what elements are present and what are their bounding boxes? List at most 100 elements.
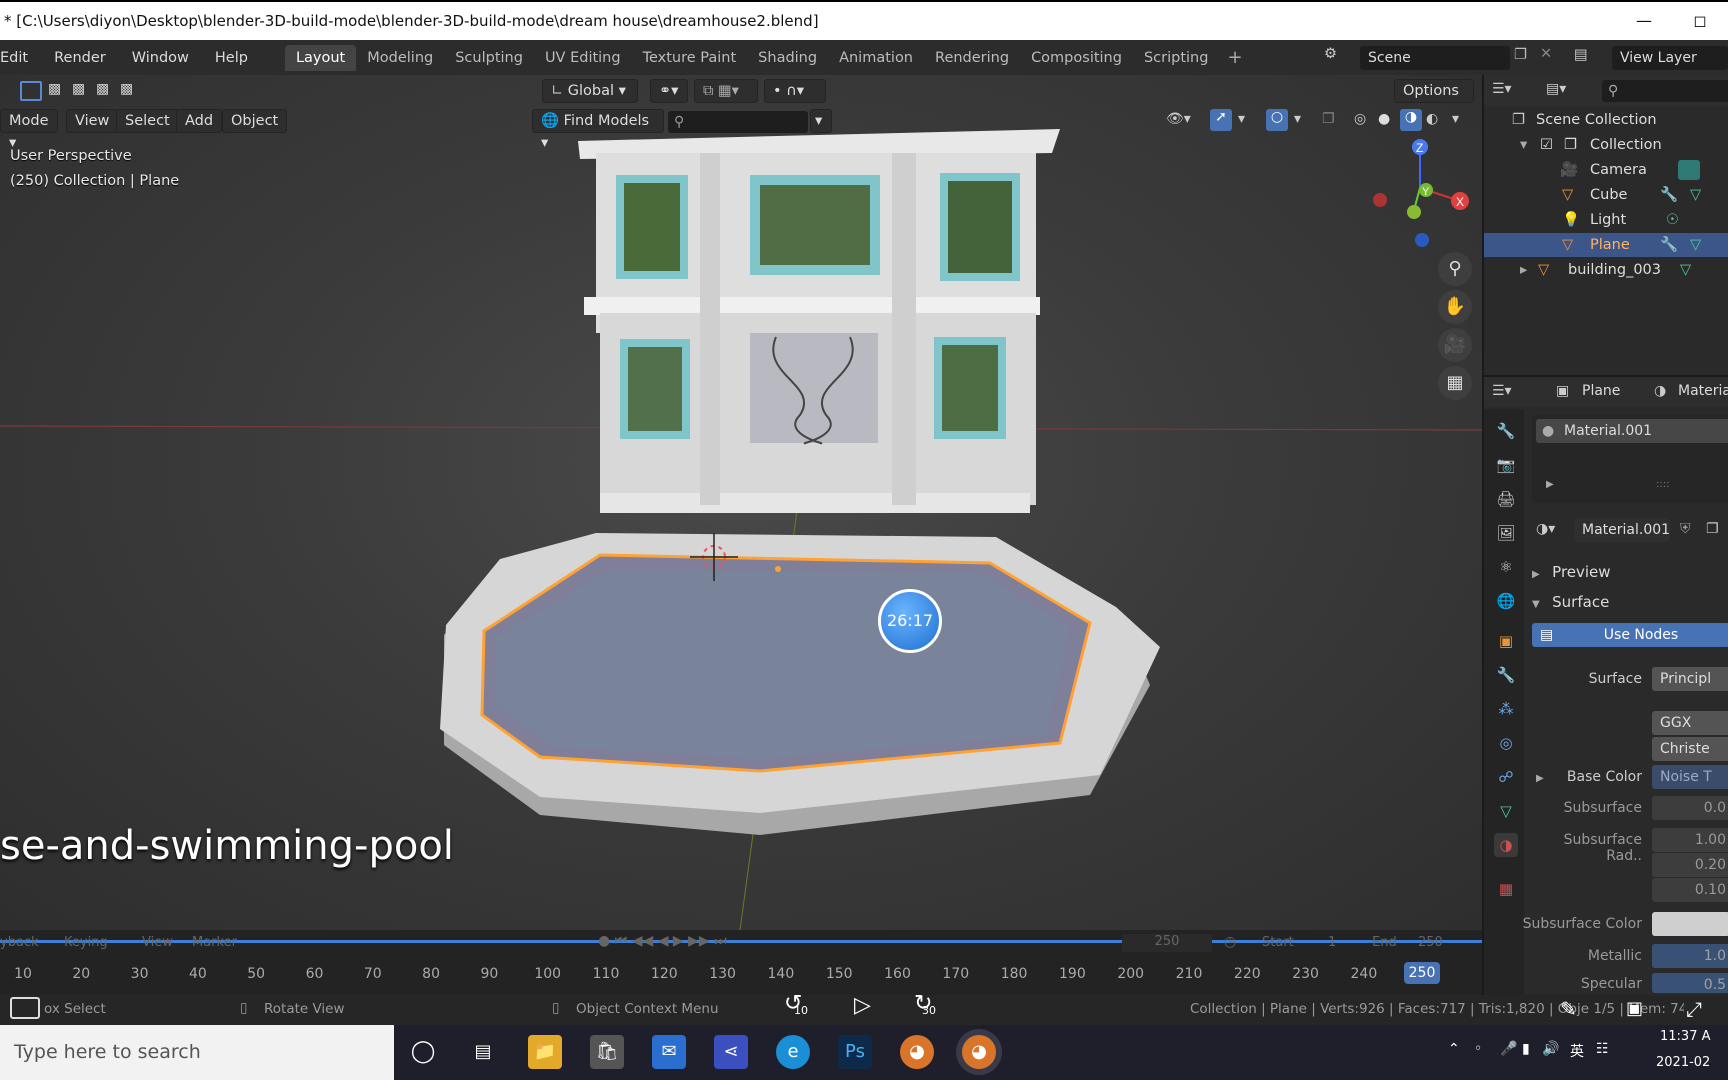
mesh-data-icon[interactable]: ▽ <box>1680 258 1691 282</box>
material-browse-icon[interactable]: ◑▾ <box>1536 521 1555 537</box>
texture-tab-icon[interactable]: ▦ <box>1494 877 1518 901</box>
taskbar-search-input[interactable]: Type here to search <box>0 1025 394 1080</box>
timeline-keying-menu[interactable]: Keying <box>64 935 108 950</box>
outliner-item-light[interactable]: 💡 Light ☉ <box>1484 208 1728 232</box>
tab-shading[interactable]: Shading <box>747 45 828 71</box>
menu-help[interactable]: Help <box>202 50 261 66</box>
outliner-item-plane[interactable]: ▽ Plane 🔧 ▽ <box>1484 233 1728 257</box>
pip-icon[interactable]: ▣ <box>1626 998 1643 1019</box>
view-layer-tab-icon[interactable]: 🖼 <box>1494 521 1518 545</box>
fake-user-shield-icon[interactable]: ⛨ <box>1680 521 1691 537</box>
outliner-scene-collection[interactable]: ❐ Scene Collection <box>1484 108 1728 132</box>
subsurface-method-dropdown[interactable]: Christe <box>1652 737 1728 761</box>
material-slot-row[interactable]: ● Material.001 <box>1536 419 1728 443</box>
subsurface-radius-z-field[interactable]: 0.10 <box>1652 878 1728 902</box>
view-layer-icon[interactable]: ▤ <box>1574 47 1588 63</box>
light-data-icon[interactable]: ☉ <box>1666 208 1679 232</box>
collapse-icon[interactable]: ⤢ <box>1686 997 1702 1021</box>
blender-active-icon[interactable]: ◕ <box>962 1035 996 1069</box>
timeline-marker-menu[interactable]: Marker <box>192 935 237 950</box>
tab-compositing[interactable]: Compositing <box>1020 45 1133 71</box>
output-tab-icon[interactable]: 🖨 <box>1494 487 1518 511</box>
expand-arrow-icon[interactable]: ▸ <box>1520 258 1527 282</box>
base-color-field[interactable]: Noise T <box>1652 765 1728 789</box>
surface-panel-header[interactable]: ▼ Surface <box>1532 589 1728 615</box>
minimize-icon[interactable]: — <box>1616 2 1672 40</box>
scene-icon[interactable]: ⚙ <box>1324 46 1337 62</box>
modifier-tab-icon[interactable]: 🔧 <box>1494 663 1518 687</box>
mesh-data-icon[interactable]: ▽ <box>1690 233 1701 257</box>
tab-scripting[interactable]: Scripting <box>1133 45 1219 71</box>
particles-tab-icon[interactable]: ⁂ <box>1494 697 1518 721</box>
menu-render[interactable]: Render <box>41 50 119 66</box>
mesh-data-icon[interactable]: ▽ <box>1690 183 1701 207</box>
battery-icon[interactable]: ▮ <box>1522 1041 1530 1057</box>
scene-tab-icon[interactable]: ⚛ <box>1494 555 1518 579</box>
display-mode-icon[interactable]: ▤▾ <box>1546 81 1566 97</box>
add-workspace-icon[interactable]: + <box>1227 47 1242 68</box>
3d-viewport[interactable]: ▩ ▩ ▩ ▩ ∟ Global ▾ ⚭▾ ⧉ ▦▾ • ∩▾ Options … <box>0 75 1482 930</box>
outliner-item-camera[interactable]: 🎥 Camera <box>1484 158 1728 182</box>
material-name-field[interactable]: Material.001 <box>1574 518 1670 542</box>
menu-window[interactable]: Window <box>119 50 202 66</box>
file-explorer-icon[interactable]: 📁 <box>528 1035 562 1069</box>
scene-selector[interactable]: Scene <box>1360 46 1510 70</box>
store-icon[interactable]: 🛍 <box>590 1035 624 1069</box>
modifier-wrench-icon[interactable]: 🔧 <box>1660 183 1678 207</box>
metallic-field[interactable]: 1.0 <box>1652 944 1728 968</box>
resize-handle-icon[interactable]: :::: <box>1656 479 1669 490</box>
tab-sculpting[interactable]: Sculpting <box>444 45 534 71</box>
material-slot-list[interactable]: ● Material.001 ▶ :::: <box>1532 415 1728 503</box>
outliner-editor-type-icon[interactable]: ☰▾ <box>1492 81 1512 97</box>
menu-edit[interactable]: Edit <box>0 50 41 66</box>
render-tab-icon[interactable]: 📷 <box>1494 453 1518 477</box>
tab-texture-paint[interactable]: Texture Paint <box>632 45 748 71</box>
volume-icon[interactable]: 🔊 <box>1542 1041 1559 1057</box>
clock-time[interactable]: 11:37 A <box>1660 1029 1711 1044</box>
timeline-editor[interactable]: yback Keying View Marker ● ⏮ ◀◀ ◀ ▶ ▶▶ ⏭… <box>0 930 1482 995</box>
playback-controls[interactable]: ● ⏮ ◀◀ ◀ ▶ ▶▶ ⏭ <box>598 933 727 949</box>
timeline-playback-menu[interactable]: yback <box>0 935 39 950</box>
network-icon[interactable]: ◦ <box>1474 1041 1482 1057</box>
tab-animation[interactable]: Animation <box>828 45 924 71</box>
playhead-marker[interactable]: 250 <box>1404 962 1440 984</box>
pan-hand-icon[interactable]: ✋ <box>1438 290 1472 324</box>
tab-rendering[interactable]: Rendering <box>924 45 1020 71</box>
mail-icon[interactable]: ✉ <box>652 1035 686 1069</box>
tray-chevron-icon[interactable]: ⌃ <box>1448 1041 1460 1057</box>
physics-tab-icon[interactable]: ◎ <box>1494 731 1518 755</box>
zoom-icon[interactable]: ⚲ <box>1438 252 1472 286</box>
microphone-icon[interactable]: 🎤 <box>1500 1041 1517 1057</box>
duplicate-material-icon[interactable]: ❐ <box>1706 521 1719 537</box>
specular-field[interactable]: 0.5 <box>1652 973 1728 993</box>
world-tab-icon[interactable]: 🌐 <box>1494 589 1518 613</box>
data-tab-icon[interactable]: ▽ <box>1494 799 1518 823</box>
photoshop-icon[interactable]: Ps <box>838 1035 872 1069</box>
outliner-item-cube[interactable]: ▽ Cube 🔧 ▽ <box>1484 183 1728 207</box>
delete-scene-icon[interactable]: ✕ <box>1540 46 1552 62</box>
play-icon[interactable]: ▷ <box>854 993 871 1018</box>
perspective-toggle-icon[interactable]: ▦ <box>1438 366 1472 400</box>
start-frame-value[interactable]: 1 <box>1328 935 1336 950</box>
preview-panel-header[interactable]: ▶ Preview <box>1532 559 1728 585</box>
new-scene-icon[interactable]: ❐ <box>1514 47 1527 63</box>
task-view-icon[interactable]: ▤ <box>466 1035 500 1069</box>
pen-icon[interactable]: ✎ <box>1560 997 1577 1021</box>
checkbox-icon[interactable]: ☑ <box>1540 133 1553 157</box>
distribution-dropdown[interactable]: GGX <box>1652 711 1728 735</box>
video-timer-badge[interactable]: 26:17 <box>878 589 942 653</box>
outliner-item-building[interactable]: ▸ ▽ building_003 ▽ <box>1484 258 1728 282</box>
visual-studio-icon[interactable]: ⋖ <box>714 1035 748 1069</box>
end-frame-value[interactable]: 250 <box>1418 935 1443 950</box>
maximize-icon[interactable]: ◻ <box>1672 2 1728 40</box>
current-frame-field[interactable]: 250 <box>1122 934 1212 952</box>
axis-gizmo[interactable] <box>1373 139 1469 247</box>
tool-tab-icon[interactable]: 🔧 <box>1494 419 1518 443</box>
camera-data-icon[interactable] <box>1678 160 1700 180</box>
ime-indicator[interactable]: 英 <box>1570 1041 1584 1061</box>
tab-layout[interactable]: Layout <box>284 44 357 71</box>
outliner-search[interactable]: ⚲ <box>1602 80 1728 102</box>
subsurface-radius-x-field[interactable]: 1.00 <box>1652 828 1728 852</box>
tab-modeling[interactable]: Modeling <box>356 45 444 71</box>
edge-icon[interactable]: e <box>776 1035 810 1069</box>
